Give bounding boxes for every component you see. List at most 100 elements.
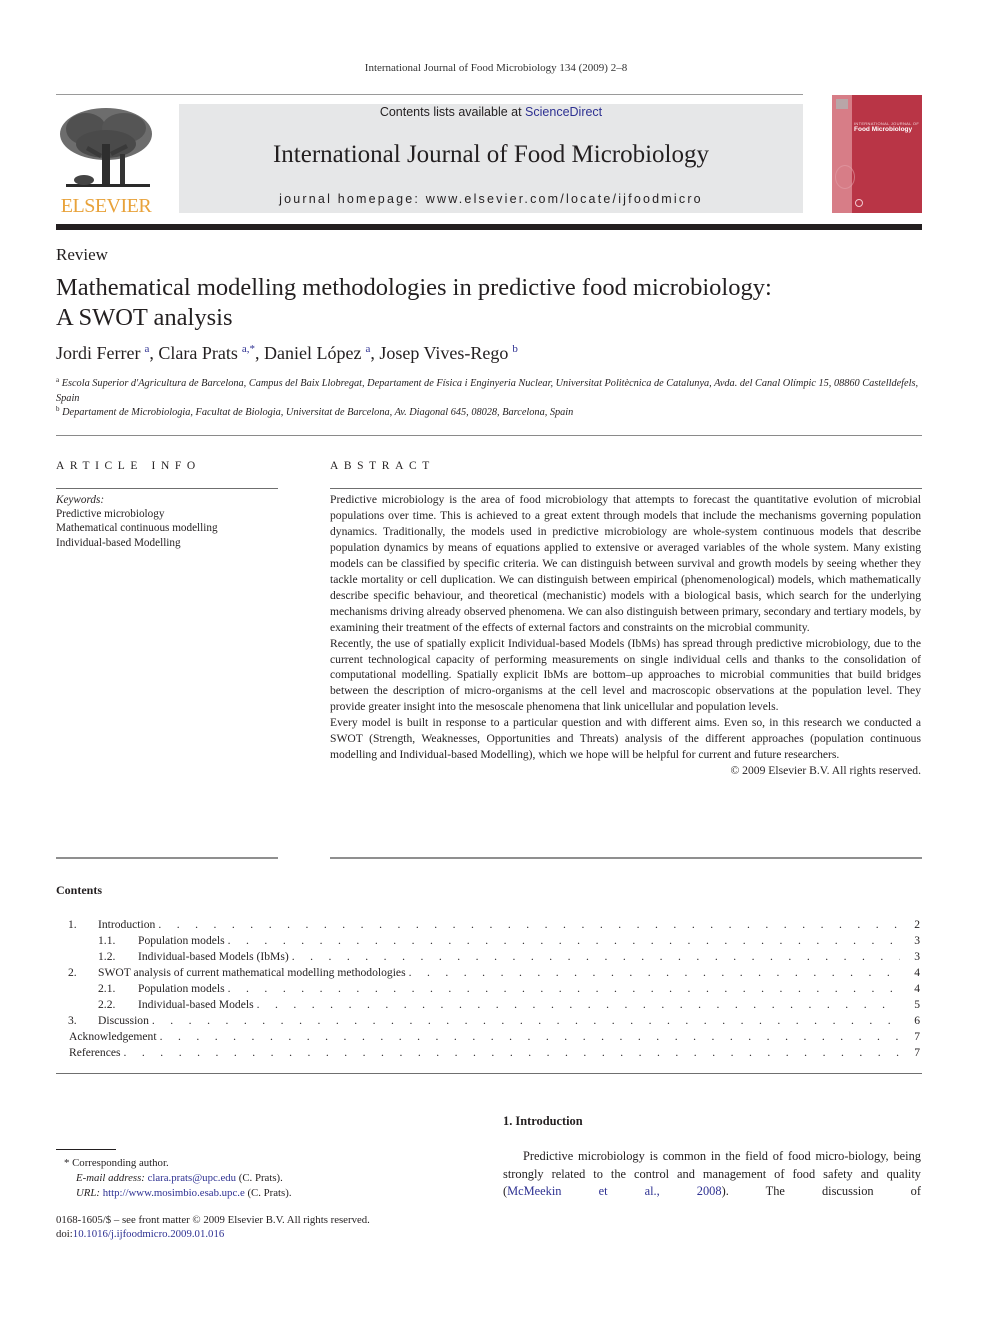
divider: [56, 488, 278, 489]
cover-strip: [832, 95, 852, 213]
toc-entry[interactable]: 3. Discussion . . . . . . . . . . . . . .…: [56, 1013, 922, 1029]
abstract-paragraph: Recently, the use of spatially explicit …: [330, 636, 921, 714]
doi-prefix: doi:: [56, 1228, 73, 1241]
author-affiliation-mark[interactable]: a,*: [242, 343, 255, 355]
contents-prefix: Contents lists available at: [379, 105, 526, 119]
toc-number: 1.2.: [98, 950, 116, 963]
keywords-block: Keywords: Predictive microbiology Mathem…: [56, 493, 278, 550]
email-line: E-mail address: clara.prats@upc.edu (C. …: [64, 1171, 464, 1186]
toc-entry[interactable]: 2.1. Population models . . . . . . . . . …: [56, 981, 922, 997]
toc-number: 1.1.: [98, 934, 116, 947]
url-link[interactable]: http://www.mosimbio.esab.upc.e: [103, 1187, 245, 1199]
toc-entry[interactable]: References . . . . . . . . . . . . . . .…: [56, 1045, 922, 1061]
toc-page-number: 6: [900, 1013, 922, 1029]
email-link[interactable]: clara.prats@upc.edu: [148, 1172, 236, 1184]
journal-title: International Journal of Food Microbiolo…: [272, 141, 710, 168]
toc-leader-dots: . . . . . . . . . . . . . . . . . . . . …: [227, 982, 900, 995]
toc-entry[interactable]: Acknowledgement . . . . . . . . . . . . …: [56, 1029, 922, 1045]
affiliation-mark: a: [56, 376, 60, 384]
footnotes: * Corresponding author. E-mail address: …: [64, 1156, 464, 1202]
toc-page-number: 7: [900, 1045, 922, 1061]
contents-available: Contents lists available at ScienceDirec…: [179, 105, 803, 119]
toc-entry[interactable]: 2. SWOT analysis of current mathematical …: [56, 965, 922, 981]
toc-page-number: 3: [900, 933, 922, 949]
journal-homepage[interactable]: journal homepage: www.elsevier.com/locat…: [179, 192, 803, 206]
url-label: URL:: [76, 1187, 100, 1200]
sciencedirect-link[interactable]: ScienceDirect: [525, 105, 602, 119]
intro-text-cont: ). The discussion of: [721, 1184, 921, 1199]
toc-title[interactable]: Population models: [138, 981, 228, 997]
introduction-paragraph: Predictive microbiology is common in the…: [503, 1148, 921, 1201]
keyword: Individual-based Modelling: [56, 536, 181, 549]
toc-page-number: 7: [900, 1029, 922, 1045]
author-affiliation-mark[interactable]: b: [512, 343, 518, 355]
affiliation-b: b Departament de Microbiologia, Facultat…: [56, 406, 926, 421]
toc-entry[interactable]: 1. Introduction . . . . . . . . . . . . .…: [56, 917, 922, 933]
publisher-name: ELSEVIER: [60, 195, 152, 217]
cover-elsevier-icon: [836, 99, 848, 109]
citation-link[interactable]: McMeekin et al., 2008: [507, 1184, 721, 1198]
journal-cover-image: INTERNATIONAL JOURNAL OF Food Microbiolo…: [832, 95, 922, 213]
running-head: International Journal of Food Microbiolo…: [364, 62, 628, 74]
abstract-heading: ABSTRACT: [330, 460, 435, 472]
cover-emblem-icon: [855, 199, 863, 207]
article-info-heading: ARTICLE INFO: [56, 460, 201, 472]
affiliation-text: Escola Superior d'Agricultura de Barcelo…: [56, 378, 919, 404]
toc-title[interactable]: Introduction: [98, 917, 159, 933]
contents-heading: Contents: [56, 883, 103, 897]
divider: [56, 1073, 922, 1074]
affiliation-text: Departament de Microbiologia, Facultat d…: [62, 407, 574, 418]
corresponding-author-note: * Corresponding author.: [64, 1157, 169, 1169]
keyword: Mathematical continuous modelling: [56, 522, 218, 535]
author-list: Jordi Ferrer a, Clara Prats a,*, Daniel Ló…: [56, 343, 518, 364]
divider: [330, 488, 922, 489]
toc-leader-dots: . . . . . . . . . . . . . . . . . . . . …: [408, 966, 900, 979]
toc-entry[interactable]: 1.2. Individual-based Models (IbMs) . . .…: [56, 949, 922, 965]
abstract-copyright: © 2009 Elsevier B.V. All rights reserved…: [730, 764, 921, 778]
masthead-top-rule: [56, 94, 803, 95]
toc-entry[interactable]: 2.2. Individual-based Models . . . . . . …: [56, 997, 922, 1013]
toc-leader-dots: . . . . . . . . . . . . . . . . . . . . …: [256, 998, 900, 1011]
toc-title[interactable]: Discussion: [98, 1013, 152, 1029]
author-name: Daniel López: [264, 343, 362, 363]
toc-page-number: 4: [900, 965, 922, 981]
toc-title[interactable]: Individual-based Models: [138, 997, 257, 1013]
toc-number: 2.1.: [98, 982, 116, 995]
footnote-rule: [56, 1149, 116, 1150]
cover-title: Food Microbiology: [854, 126, 913, 133]
email-suffix: (C. Prats).: [236, 1172, 283, 1185]
toc-title[interactable]: SWOT analysis of current mathematical mo…: [98, 965, 409, 981]
toc-leader-dots: . . . . . . . . . . . . . . . . . . . . …: [227, 934, 900, 947]
author-name: Jordi Ferrer: [56, 343, 141, 363]
keywords-label: Keywords:: [56, 494, 105, 506]
url-line: URL: http://www.mosimbio.esab.upc.e (C. …: [64, 1186, 464, 1201]
toc-leader-dots: . . . . . . . . . . . . . . . . . . . . …: [158, 918, 900, 931]
toc-page-number: 4: [900, 981, 922, 997]
author-separator: ,: [370, 343, 380, 363]
abstract-paragraph: Predictive microbiology is the area of f…: [330, 493, 921, 634]
article-title: Mathematical modelling methodologies in …: [56, 273, 936, 333]
author-name: Clara Prats: [158, 343, 238, 363]
toc-number: 2.: [68, 966, 77, 979]
doi-line: doi:10.1016/j.ijfoodmicro.2009.01.016: [56, 1227, 476, 1241]
author-separator: ,: [255, 343, 264, 363]
toc-page-number: 5: [900, 997, 922, 1013]
doi-link[interactable]: 10.1016/j.ijfoodmicro.2009.01.016: [73, 1228, 224, 1240]
toc-title[interactable]: Individual-based Models (IbMs): [138, 949, 292, 965]
toc-number: 1.: [68, 918, 77, 931]
toc-title[interactable]: Population models: [138, 933, 228, 949]
toc-entry[interactable]: 1.1. Population models . . . . . . . . . …: [56, 933, 922, 949]
divider: [56, 435, 922, 436]
toc-title[interactable]: References: [69, 1045, 124, 1061]
toc-number: 2.2.: [98, 998, 116, 1011]
toc-number: [56, 1029, 69, 1045]
affiliation-a: a Escola Superior d'Agricultura de Barce…: [56, 377, 926, 406]
toc-leader-dots: . . . . . . . . . . . . . . . . . . . . …: [123, 1046, 901, 1059]
affiliation-mark: b: [56, 405, 60, 413]
cover-seal-icon: [835, 165, 855, 189]
issn-line: 0168-1605/$ – see front matter © 2009 El…: [56, 1214, 370, 1226]
title-line-1: Mathematical modelling methodologies in …: [56, 274, 772, 301]
masthead-bottom-rule: [56, 224, 922, 230]
divider: [330, 857, 922, 859]
toc-title[interactable]: Acknowledgement: [69, 1029, 160, 1045]
